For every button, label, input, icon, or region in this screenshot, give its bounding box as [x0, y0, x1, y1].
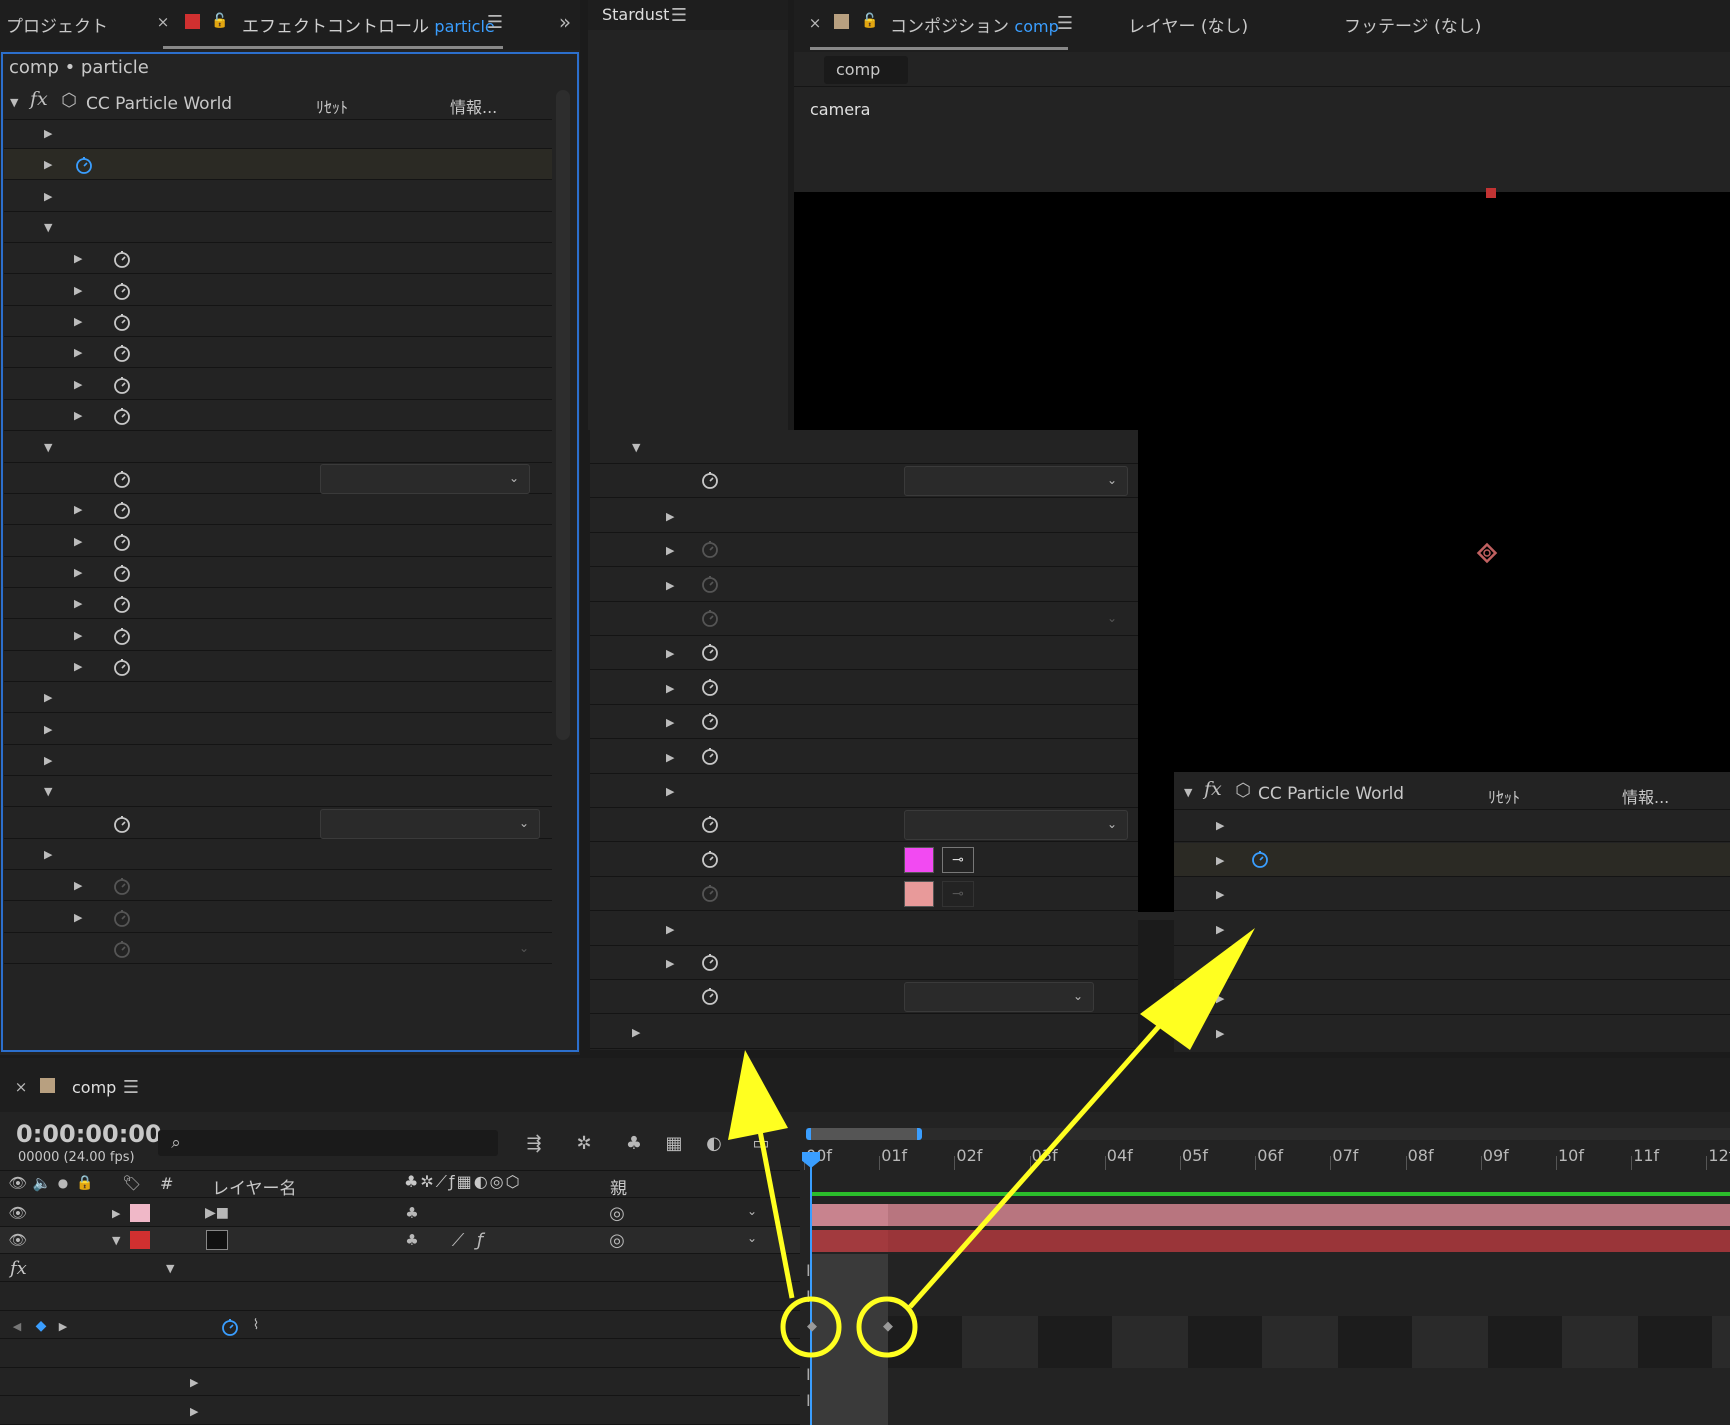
annotation-arrows	[728, 928, 1255, 1358]
keyframe-start-circle	[780, 1296, 842, 1358]
arrowhead-particle	[728, 1050, 788, 1140]
keyframe-end-circle	[856, 1296, 918, 1358]
arrow-to-particle-panel	[753, 1109, 795, 1299]
arrow-to-zero-panel	[908, 978, 1202, 1309]
